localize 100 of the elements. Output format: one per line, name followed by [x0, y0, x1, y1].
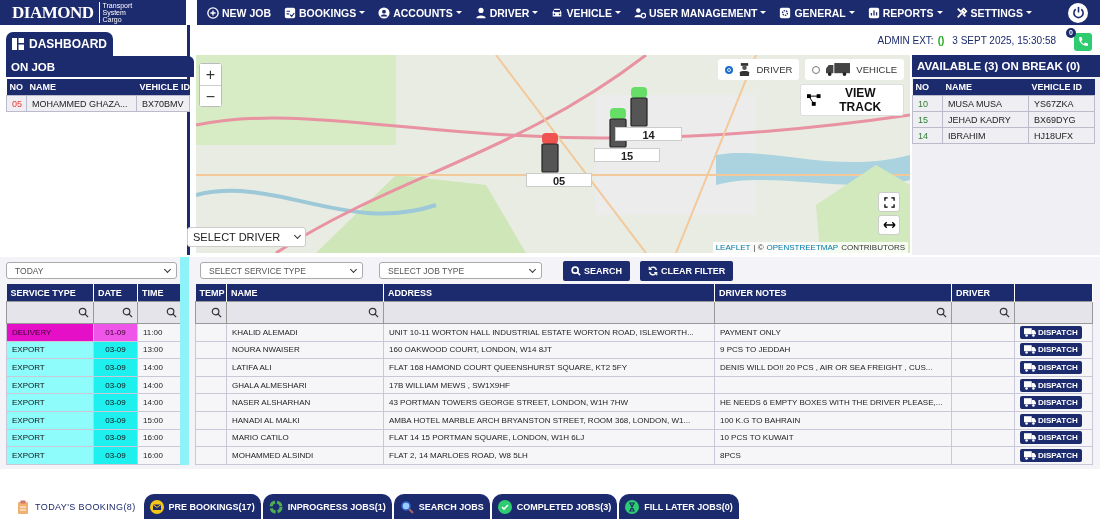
- column-header: NO: [6, 79, 27, 96]
- nav-icon: [207, 6, 219, 19]
- column-header: VEHICLE ID: [1028, 79, 1095, 96]
- dispatch-button[interactable]: DISPATCH: [1020, 361, 1082, 374]
- leaflet-link[interactable]: LEAFLET: [715, 243, 751, 252]
- nav-icon: [779, 6, 792, 19]
- table-cell: MUSA MUSA: [942, 95, 1029, 112]
- logout-button[interactable]: [1068, 2, 1088, 23]
- panel-title: AVAILABLE (3) ON BREAK (0): [912, 55, 1100, 77]
- bottom-tab[interactable]: TODAY'S BOOKING(8): [10, 494, 142, 519]
- column-header[interactable]: SERVICE TYPE: [6, 284, 94, 302]
- dispatch-button[interactable]: DISPATCH: [1020, 431, 1082, 445]
- horizontal-arrows-icon: [882, 221, 896, 229]
- table-cell: YS67ZKA: [1028, 95, 1095, 112]
- tab-icon: [149, 499, 164, 514]
- table-cell: 8PCS: [720, 450, 741, 460]
- truck-icon: [1024, 415, 1036, 425]
- date-time: 3 SEPT 2025, 15:30:58: [952, 34, 1057, 46]
- dispatch-button[interactable]: DISPATCH: [1020, 378, 1082, 392]
- nav-icon: [378, 6, 391, 19]
- nav-menu-item[interactable]: DRIVER: [474, 6, 539, 19]
- dispatch-button[interactable]: DISPATCH: [1020, 413, 1082, 427]
- dispatch-button[interactable]: DISPATCH: [1020, 325, 1082, 339]
- call-button[interactable]: [1074, 33, 1092, 51]
- period-select[interactable]: TODAY: [6, 262, 177, 279]
- driver-icon: [739, 63, 751, 76]
- truck-icon: [1024, 327, 1036, 337]
- truck-marker-icon[interactable]: [630, 85, 648, 127]
- bottom-tab[interactable]: INPROGRESS JOBS(1): [262, 494, 392, 519]
- view-track-button[interactable]: VIEW TRACK: [800, 84, 904, 116]
- column-header[interactable]: DRIVER NOTES: [714, 284, 952, 302]
- bottom-tab[interactable]: COMPLETED JOBS(3): [491, 494, 618, 519]
- nav-menu-item[interactable]: ACCOUNTS: [378, 6, 462, 19]
- column-header[interactable]: DRIVER: [951, 284, 1015, 302]
- search-icon: [211, 307, 222, 318]
- nav-icon: [633, 6, 646, 19]
- truck-icon: [1024, 345, 1036, 355]
- column-header: VEHICLE ID: [136, 79, 190, 96]
- route-icon: [807, 94, 821, 106]
- table-cell: HE NEEDS 6 EMPTY BOXES WITH THE DRIVER PLEASE,...: [720, 398, 943, 408]
- dashboard-tab[interactable]: DASHBOARD: [6, 32, 113, 56]
- fullscreen-button[interactable]: [878, 192, 900, 212]
- zoom-out-button[interactable]: −: [200, 85, 221, 106]
- truck-icon: [1024, 450, 1036, 460]
- column-header[interactable]: NAME: [226, 284, 384, 302]
- nav-icon: [955, 6, 968, 19]
- admin-ext-value: (): [937, 34, 945, 46]
- nav-menu-item[interactable]: USER MANAGEMENT: [633, 6, 767, 19]
- table-cell: MOHAMMED GHAZA...: [26, 95, 137, 112]
- admin-ext-label: ADMIN EXT:: [877, 34, 934, 46]
- dispatch-button[interactable]: DISPATCH: [1020, 396, 1082, 410]
- attribution-text: CONTRIBUTORS: [841, 243, 905, 252]
- track-mode-radio[interactable]: VEHICLE: [805, 59, 904, 80]
- table-cell: 10: [912, 95, 943, 112]
- search-icon: [936, 307, 947, 318]
- nav-menu-item[interactable]: REPORTS: [867, 6, 943, 19]
- expand-width-button[interactable]: [878, 215, 900, 235]
- nav-menu-item[interactable]: SETTINGS: [955, 6, 1033, 19]
- dispatch-button[interactable]: DISPATCH: [1020, 448, 1082, 462]
- table-cell: 05: [6, 95, 27, 112]
- search-icon: [122, 307, 133, 318]
- table-cell: BX70BMV: [136, 95, 190, 112]
- dispatch-button[interactable]: DISPATCH: [1020, 343, 1082, 357]
- search-icon: [78, 307, 89, 318]
- tab-icon: [16, 499, 30, 514]
- bottom-tab[interactable]: FILL LATER JOBS(0): [619, 494, 739, 519]
- search-button[interactable]: SEARCH: [563, 260, 630, 281]
- refresh-icon: [648, 265, 658, 276]
- column-header[interactable]: TIME: [137, 284, 182, 302]
- openstreetmap-link[interactable]: OPENSTREETMAP: [766, 243, 839, 252]
- bottom-tab[interactable]: PRE BOOKINGS(17): [143, 494, 261, 519]
- column-header[interactable]: TEMP: [195, 284, 227, 302]
- fullscreen-icon: [883, 196, 895, 208]
- column-header: NO: [912, 79, 943, 96]
- truck-icon: [1024, 380, 1036, 390]
- column-header[interactable]: DATE: [93, 284, 138, 302]
- power-icon: [1071, 6, 1085, 19]
- bottom-tab[interactable]: SEARCH JOBS: [393, 494, 490, 519]
- nav-menu-item[interactable]: GENERAL: [779, 6, 855, 19]
- table-cell: 10 PCS TO KUWAIT: [720, 433, 794, 443]
- driver-select[interactable]: SELECT DRIVER: [187, 227, 306, 247]
- truck-marker-icon[interactable]: [541, 131, 559, 173]
- nav-menu-item[interactable]: VEHICLE: [551, 6, 621, 19]
- clear-filter-button[interactable]: CLEAR FILTER: [640, 260, 734, 281]
- column-header[interactable]: ADDRESS: [383, 284, 715, 302]
- column-header: NAME: [942, 79, 1029, 96]
- tab-icon: [268, 499, 283, 514]
- nav-menu-item[interactable]: BOOKINGS: [284, 6, 366, 19]
- marker-label: 15: [594, 148, 660, 162]
- tab-icon: [497, 499, 512, 514]
- tab-icon: [625, 499, 640, 514]
- nav-menu-item[interactable]: NEW JOB: [207, 6, 271, 19]
- truck-icon: [1024, 363, 1036, 372]
- track-mode-radio[interactable]: DRIVER: [718, 59, 800, 80]
- truck-icon: [1024, 398, 1036, 408]
- job-type-select[interactable]: SELECT JOB TYPE: [379, 262, 542, 279]
- service-type-select[interactable]: SELECT SERVICE TYPE: [200, 262, 363, 279]
- search-icon: [166, 307, 177, 318]
- nav-icon: [284, 6, 296, 19]
- nav-icon: [551, 6, 564, 19]
